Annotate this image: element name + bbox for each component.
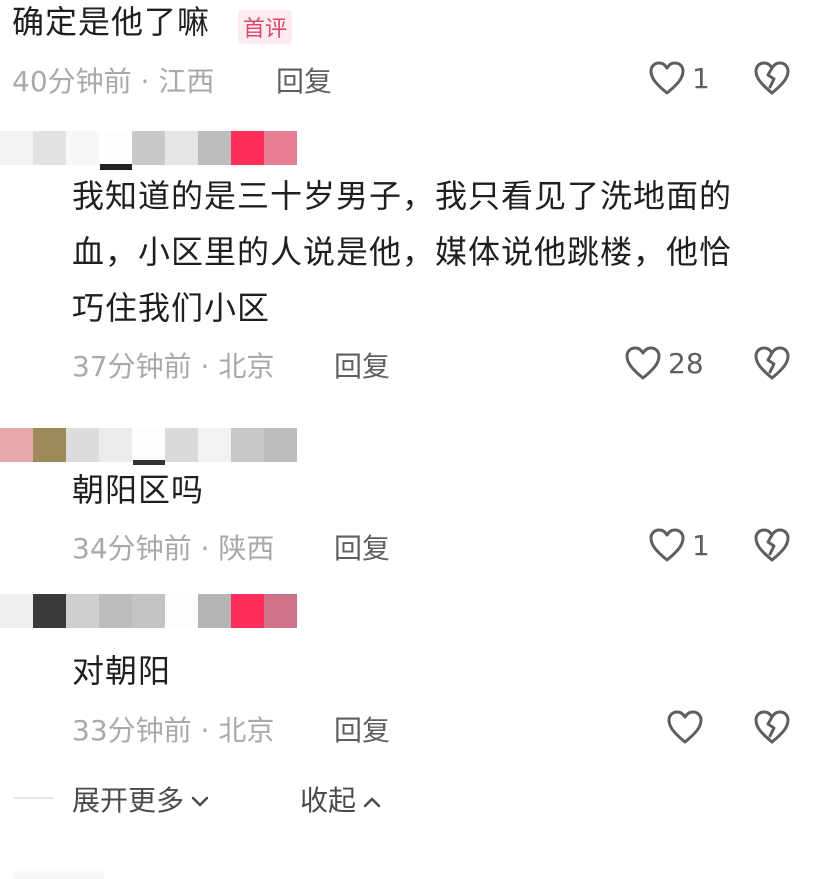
- like-count: 1: [692, 528, 710, 562]
- meta-separator: ·: [140, 65, 150, 98]
- comment-text-line: 朝阳区吗: [72, 471, 205, 509]
- heart-outline-icon: [648, 527, 686, 563]
- comment-time: 34分钟前: [72, 532, 192, 565]
- meta-separator: ·: [200, 714, 210, 747]
- broken-heart-icon: [752, 527, 792, 563]
- comment-meta: 40分钟前 · 江西: [12, 60, 214, 100]
- like-button[interactable]: 28: [624, 345, 704, 381]
- reply-button[interactable]: 回复: [276, 60, 332, 100]
- chevron-down-icon: [190, 783, 210, 816]
- like-count: 28: [668, 346, 704, 380]
- comment-text-line: 我知道的是三十岁男子，我只看见了洗地面的: [72, 177, 733, 215]
- reply-button[interactable]: 回复: [334, 527, 390, 567]
- broken-heart-icon: [752, 345, 792, 381]
- comment-text-line: 血，小区里的人说是他，媒体说他跳楼，他恰: [72, 233, 733, 271]
- like-button[interactable]: 1: [648, 527, 710, 563]
- comment-time: 33分钟前: [72, 714, 192, 747]
- comment-location: 陕西: [218, 532, 275, 565]
- comment-location: 北京: [218, 714, 275, 747]
- comment-meta: 33分钟前 · 北京: [72, 709, 274, 749]
- heart-outline-icon: [624, 345, 662, 381]
- comment-text: 朝阳区吗: [72, 462, 204, 518]
- comment-time: 40分钟前: [12, 65, 132, 98]
- comment-meta: 37分钟前 · 北京: [72, 345, 274, 385]
- comment-text-line: 对朝阳: [72, 652, 172, 690]
- avatar-username-mosaic: [0, 428, 297, 462]
- comment-text-line: 确定是他了嘛: [12, 3, 211, 41]
- heart-outline-icon: [666, 709, 704, 745]
- heart-outline-icon: [648, 60, 686, 96]
- broken-heart-icon: [752, 60, 792, 96]
- dislike-button[interactable]: [752, 709, 792, 745]
- comment-text: 确定是他了嘛: [12, 0, 210, 50]
- collapse-button[interactable]: 收起: [300, 779, 382, 819]
- broken-heart-icon: [752, 709, 792, 745]
- dislike-button[interactable]: [752, 345, 792, 381]
- comment-text: 我知道的是三十岁男子，我只看见了洗地面的 血，小区里的人说是他，媒体说他跳楼，他…: [72, 168, 732, 336]
- collapse-label: 收起: [300, 784, 357, 817]
- like-button[interactable]: 1: [648, 60, 710, 96]
- avatar-username-mosaic: [0, 594, 297, 628]
- reply-button[interactable]: 回复: [334, 345, 390, 385]
- like-button[interactable]: [666, 709, 704, 745]
- comment-text: 对朝阳: [72, 643, 171, 699]
- dislike-button[interactable]: [752, 527, 792, 563]
- like-count: 1: [692, 61, 710, 95]
- expand-more-label: 展开更多: [72, 784, 185, 817]
- comment-location: 北京: [218, 350, 275, 383]
- expand-more-button[interactable]: 展开更多: [72, 779, 210, 819]
- chevron-up-icon: [362, 783, 382, 816]
- comment-text-line: 巧住我们小区: [72, 289, 271, 327]
- dislike-button[interactable]: [752, 60, 792, 96]
- meta-separator: ·: [200, 532, 210, 565]
- avatar-username-mosaic: [0, 131, 297, 165]
- reply-button[interactable]: 回复: [334, 709, 390, 749]
- first-comment-badge: 首评: [238, 10, 293, 44]
- comment-location: 江西: [158, 65, 215, 98]
- meta-separator: ·: [200, 350, 210, 383]
- comment-time: 37分钟前: [72, 350, 192, 383]
- next-comment-partial: [14, 866, 104, 879]
- comment-meta: 34分钟前 · 陕西: [72, 527, 274, 567]
- divider: [14, 797, 54, 799]
